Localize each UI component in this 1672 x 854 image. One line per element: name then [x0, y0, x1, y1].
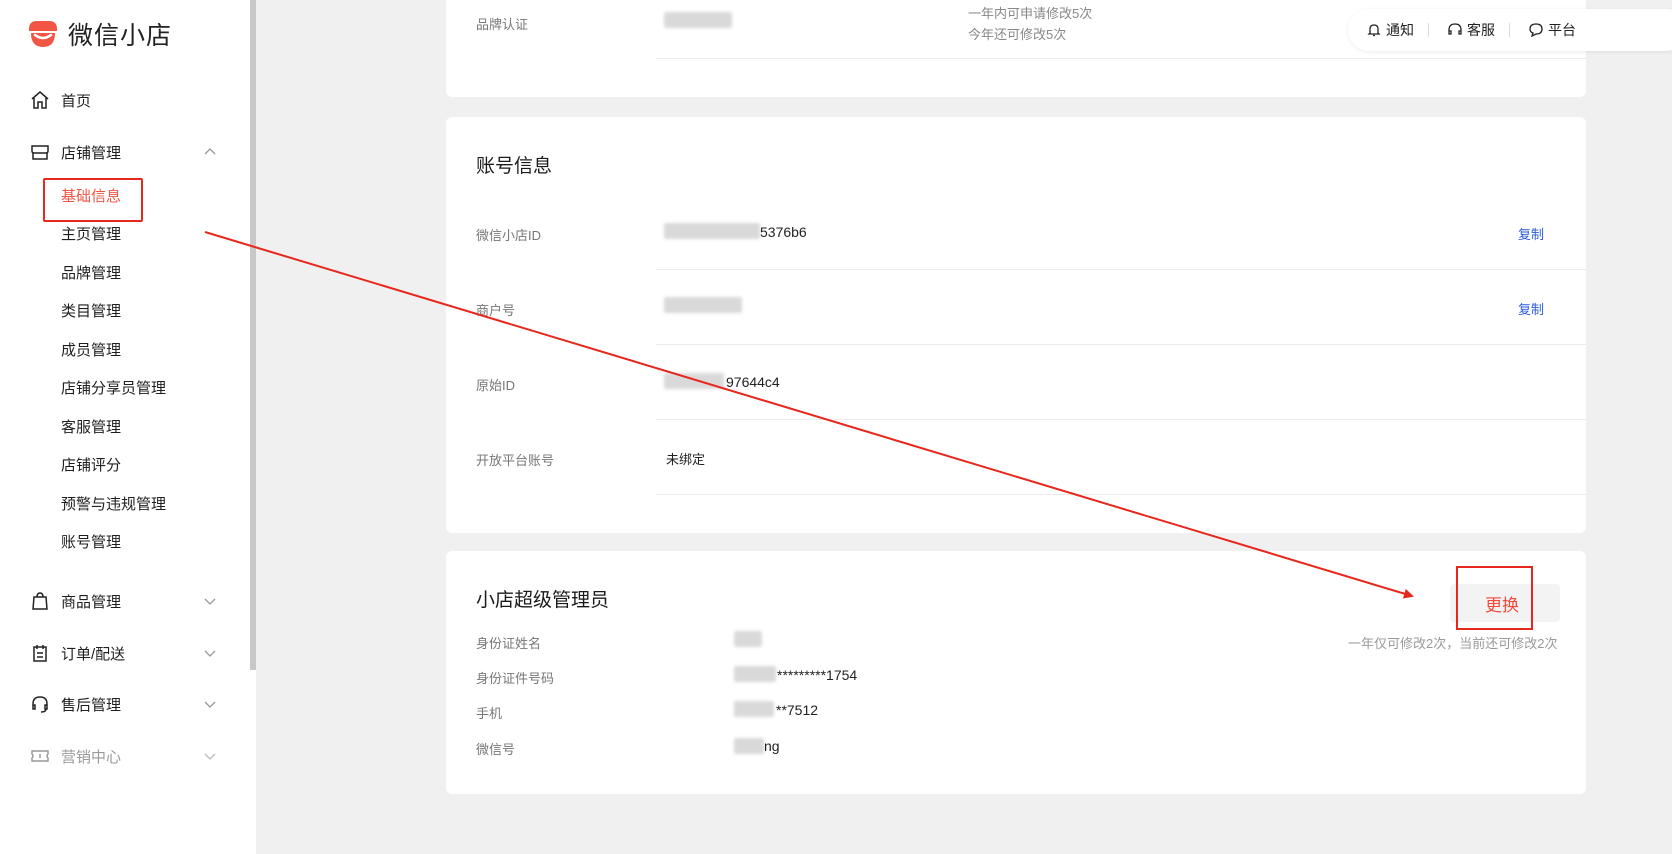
- redacted-value: [664, 12, 732, 28]
- row-label-id-name: 身份证姓名: [476, 636, 542, 651]
- headset-icon: [32, 696, 48, 713]
- nav-store-management[interactable]: 店铺管理: [0, 132, 250, 172]
- redacted-value: [734, 666, 776, 682]
- sidebar: 微信小店 首页 店铺管理 基础信息 主页管理 品牌管理 类目管理 成员管理 店铺…: [0, 0, 256, 854]
- chevron-down-icon: [204, 701, 216, 708]
- home-icon: [31, 91, 49, 109]
- nav-after-sales-label: 售后管理: [61, 696, 122, 714]
- redacted-value: [734, 701, 774, 717]
- store-icon: [31, 145, 49, 160]
- sidebar-item-account[interactable]: 账号管理: [61, 531, 121, 555]
- row-label-phone: 手机: [476, 706, 503, 721]
- redacted-value: [664, 373, 724, 389]
- wechat-id-value: ng: [764, 738, 780, 754]
- divider: [656, 419, 1586, 420]
- service-label: 客服: [1467, 22, 1495, 38]
- brand-name: 微信小店: [68, 22, 173, 50]
- nav-marketing-label: 营销中心: [61, 748, 122, 766]
- ticket-icon: [31, 750, 49, 762]
- sidebar-item-sharers[interactable]: 店铺分享员管理: [61, 377, 166, 401]
- main-content: 品牌认证 一年内可申请修改5次 今年还可修改5次 账号信息 微信小店ID 537…: [256, 0, 1672, 854]
- admin-quota-note: 一年仅可修改2次，当前还可修改2次: [1348, 636, 1558, 651]
- sidebar-item-members[interactable]: 成员管理: [61, 339, 121, 363]
- chevron-up-icon: [204, 148, 216, 155]
- chevron-down-icon: [204, 598, 216, 605]
- row-label-open-platform: 开放平台账号: [476, 453, 555, 468]
- brand-cert-note-1: 一年内可申请修改5次: [968, 6, 1093, 21]
- bell-icon: [1367, 24, 1381, 37]
- id-number-value: *********1754: [777, 667, 858, 683]
- brand-cert-note-2: 今年还可修改5次: [968, 27, 1067, 42]
- sidebar-item-store-rating[interactable]: 店铺评分: [61, 454, 121, 478]
- open-platform-value: 未绑定: [666, 452, 706, 467]
- chat-bubble-icon: [1529, 23, 1543, 38]
- nav-goods[interactable]: 商品管理: [0, 581, 250, 621]
- super-admin-title: 小店超级管理员: [476, 590, 610, 611]
- sidebar-item-violations[interactable]: 预警与违规管理: [61, 493, 166, 517]
- nav-home-label: 首页: [61, 92, 92, 110]
- platform-button[interactable]: 平台: [1528, 20, 1576, 40]
- calendar-icon: [33, 645, 47, 662]
- annotation-highlight-box: [43, 178, 143, 222]
- service-button[interactable]: 客服: [1447, 20, 1495, 40]
- sidebar-item-homepage[interactable]: 主页管理: [61, 223, 121, 247]
- chevron-down-icon: [204, 650, 216, 657]
- redacted-value: [734, 631, 762, 647]
- redacted-value: [664, 297, 742, 313]
- divider: [656, 494, 1586, 495]
- row-label-original-id: 原始ID: [476, 378, 516, 393]
- brand-cert-label: 品牌认证: [476, 17, 529, 32]
- platform-label: 平台: [1548, 22, 1576, 38]
- copy-merchant-no-button[interactable]: 复制: [1518, 299, 1544, 318]
- nav-goods-label: 商品管理: [61, 593, 122, 611]
- original-id-value: 97644c4: [726, 374, 780, 390]
- notify-label: 通知: [1386, 22, 1414, 38]
- sidebar-item-category[interactable]: 类目管理: [61, 300, 121, 324]
- notify-button[interactable]: 通知: [1366, 20, 1414, 40]
- annotation-highlight-box: [1456, 566, 1533, 630]
- headset-icon: [1448, 23, 1462, 35]
- redacted-value: [734, 738, 764, 754]
- top-toolbar: 通知 客服 平台: [1348, 9, 1672, 51]
- sidebar-item-brand[interactable]: 品牌管理: [61, 262, 121, 286]
- shop-logo-icon: [29, 21, 57, 47]
- row-label-merchant-no: 商户号: [476, 303, 516, 318]
- chevron-down-icon: [204, 753, 216, 760]
- account-info-title: 账号信息: [476, 156, 553, 177]
- nav-store-management-label: 店铺管理: [61, 144, 122, 162]
- row-label-store-id: 微信小店ID: [476, 228, 542, 243]
- nav-marketing[interactable]: 营销中心: [0, 736, 250, 776]
- nav-orders[interactable]: 订单/配送: [0, 633, 250, 673]
- nav-after-sales[interactable]: 售后管理: [0, 684, 250, 724]
- account-info-card: 账号信息 微信小店ID 5376b6 复制 商户号 复制 原始ID 97644c…: [446, 117, 1586, 533]
- row-label-wechat-id: 微信号: [476, 742, 516, 757]
- phone-value: **7512: [776, 702, 819, 718]
- divider: [656, 269, 1586, 270]
- sidebar-item-customer-service[interactable]: 客服管理: [61, 416, 121, 440]
- row-label-id-number: 身份证件号码: [476, 671, 555, 686]
- divider: [656, 58, 1586, 59]
- divider: [1428, 23, 1429, 37]
- divider: [656, 344, 1586, 345]
- nav-home[interactable]: 首页: [0, 80, 250, 120]
- store-id-value: 5376b6: [760, 224, 807, 240]
- bag-icon: [32, 592, 48, 610]
- redacted-value: [664, 223, 760, 239]
- copy-store-id-button[interactable]: 复制: [1518, 224, 1544, 243]
- brand-logo[interactable]: 微信小店: [26, 16, 172, 52]
- nav-orders-label: 订单/配送: [61, 645, 126, 663]
- super-admin-card: 小店超级管理员 身份证姓名 身份证件号码 *********1754 手机 **…: [446, 551, 1586, 794]
- divider: [1509, 23, 1510, 37]
